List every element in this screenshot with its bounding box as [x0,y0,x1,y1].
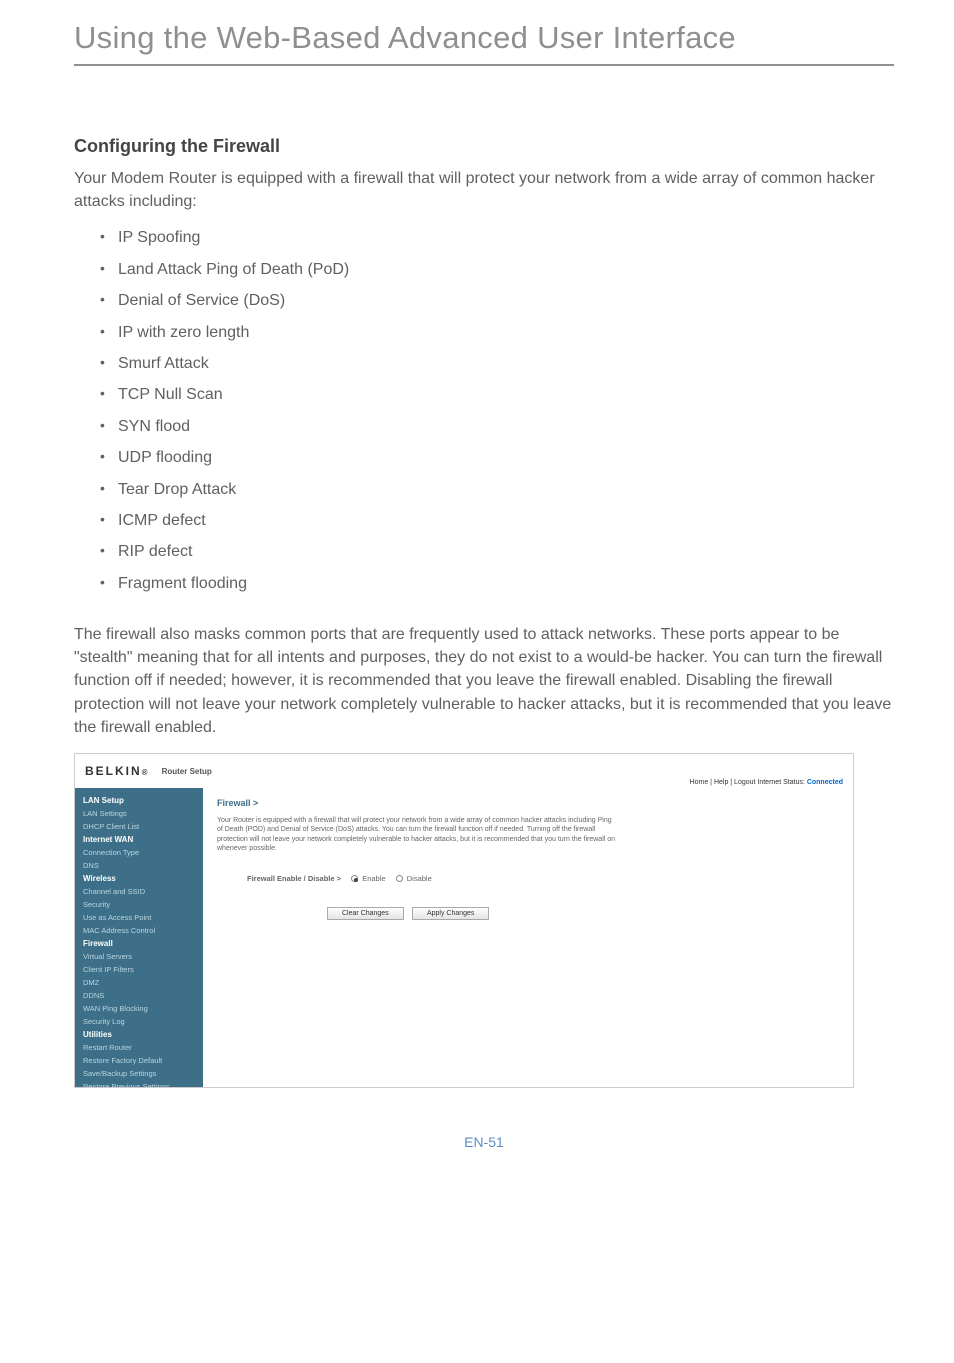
sidebar-item[interactable]: DMZ [75,976,203,989]
firewall-toggle-row: Firewall Enable / Disable > Enable Disab… [247,874,839,883]
page-number: EN-51 [74,1134,894,1150]
sidebar-item[interactable]: Restore Previous Settings [75,1080,203,1087]
list-item: Tear Drop Attack [118,479,894,501]
toggle-label: Firewall Enable / Disable > [247,874,341,883]
list-item: RIP defect [118,541,894,563]
apply-changes-button[interactable]: Apply Changes [412,907,489,920]
list-item: UDP flooding [118,447,894,469]
router-content: Firewall > Your Router is equipped with … [203,788,853,1087]
list-item: IP Spoofing [118,227,894,249]
radio-enable-label: Enable [362,874,385,883]
sidebar-item[interactable]: MAC Address Control [75,924,203,937]
nav-group: LAN Setup [75,794,203,807]
sidebar-item[interactable]: Restore Factory Default [75,1054,203,1067]
list-item: TCP Null Scan [118,384,894,406]
nav-group: Firewall [75,937,203,950]
nav-group: Utilities [75,1028,203,1041]
sidebar-item[interactable]: Security [75,898,203,911]
header-nav[interactable]: Home | Help | Logout Internet Status: [690,779,805,786]
intro-paragraph: Your Modem Router is equipped with a fir… [74,167,894,213]
nav-group: Internet WAN [75,833,203,846]
button-row: Clear Changes Apply Changes [327,907,839,920]
list-item: Smurf Attack [118,353,894,375]
list-item: IP with zero length [118,322,894,344]
list-item: Fragment flooding [118,573,894,595]
list-item: Land Attack Ping of Death (PoD) [118,259,894,281]
router-sidebar: LAN SetupLAN SettingsDHCP Client ListInt… [75,788,203,1087]
header-links: Home | Help | Logout Internet Status: Co… [690,779,843,786]
followup-paragraph: The firewall also masks common ports tha… [74,623,894,739]
clear-changes-button[interactable]: Clear Changes [327,907,404,920]
sidebar-item[interactable]: LAN Settings [75,807,203,820]
section-heading: Configuring the Firewall [74,136,894,157]
sidebar-item[interactable]: Use as Access Point [75,911,203,924]
router-screenshot: BELKIN® Router Setup Home | Help | Logou… [74,753,854,1088]
brand-subtitle: Router Setup [162,767,212,776]
title-rule [74,64,894,66]
list-item: ICMP defect [118,510,894,532]
panel-description: Your Router is equipped with a firewall … [217,816,617,854]
panel-title: Firewall > [217,798,839,808]
sidebar-item[interactable]: Connection Type [75,846,203,859]
sidebar-item[interactable]: DHCP Client List [75,820,203,833]
radio-enable[interactable] [351,875,358,882]
list-item: Denial of Service (DoS) [118,290,894,312]
router-header: BELKIN® Router Setup Home | Help | Logou… [75,754,853,788]
sidebar-item[interactable]: Restart Router [75,1041,203,1054]
sidebar-item[interactable]: DDNS [75,989,203,1002]
sidebar-item[interactable]: DNS [75,859,203,872]
status-badge: Connected [807,779,843,786]
radio-disable-label: Disable [407,874,432,883]
page-title: Using the Web-Based Advanced User Interf… [74,20,894,56]
sidebar-item[interactable]: Security Log [75,1015,203,1028]
sidebar-item[interactable]: Client IP Filters [75,963,203,976]
sidebar-item[interactable]: Channel and SSID [75,885,203,898]
sidebar-item[interactable]: WAN Ping Blocking [75,1002,203,1015]
radio-disable[interactable] [396,875,403,882]
nav-group: Wireless [75,872,203,885]
list-item: SYN flood [118,416,894,438]
sidebar-item[interactable]: Virtual Servers [75,950,203,963]
sidebar-item[interactable]: Save/Backup Settings [75,1067,203,1080]
brand-logo: BELKIN® [85,764,150,778]
attack-list: IP Spoofing Land Attack Ping of Death (P… [74,227,894,595]
